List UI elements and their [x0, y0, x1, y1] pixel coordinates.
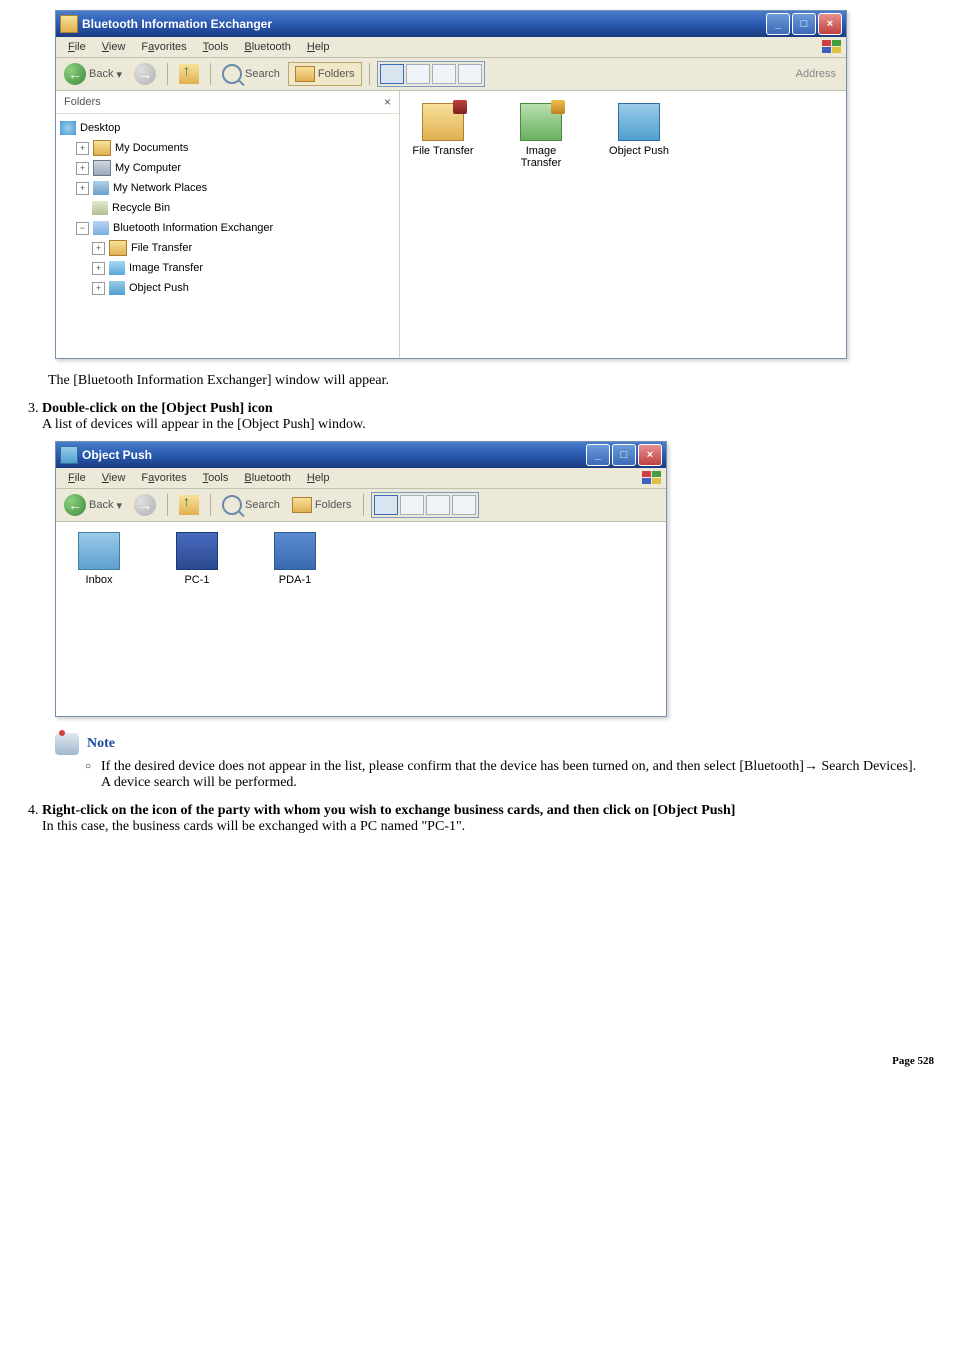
- maximize-button[interactable]: □: [612, 444, 636, 466]
- menu-tools[interactable]: Tools: [195, 470, 237, 486]
- view-icon-1[interactable]: [374, 495, 398, 515]
- forward-button[interactable]: →: [130, 492, 160, 518]
- object-push-icon: [618, 103, 660, 141]
- window-title: Object Push: [82, 448, 152, 462]
- view-icons-group: [371, 492, 479, 518]
- folder-tree[interactable]: Desktop +My Documents +My Computer +My N…: [56, 114, 399, 358]
- view-icon-1[interactable]: [380, 64, 404, 84]
- view-icon-4[interactable]: [458, 64, 482, 84]
- forward-button[interactable]: →: [130, 61, 160, 87]
- image-transfer-icon: [520, 103, 562, 141]
- minimize-button[interactable]: _: [586, 444, 610, 466]
- address-label: Address: [790, 66, 842, 82]
- folders-pane: Folders × Desktop +My Documents +My Comp…: [56, 91, 400, 358]
- search-button[interactable]: Search: [218, 62, 284, 86]
- close-button[interactable]: ×: [818, 13, 842, 35]
- note-label: Note: [87, 736, 115, 752]
- close-button[interactable]: ×: [638, 444, 662, 466]
- pda1-item[interactable]: PDA-1: [260, 532, 330, 586]
- view-icon-4[interactable]: [452, 495, 476, 515]
- toolbar: ←Back ▾ → Search Folders: [56, 489, 666, 522]
- menu-help[interactable]: Help: [299, 470, 338, 486]
- note-icon: [55, 733, 79, 755]
- page-footer: Page 528: [20, 1055, 934, 1067]
- toolbar: ←Back ▾ → Search Folders Address: [56, 58, 846, 91]
- note-item: If the desired device does not appear in…: [85, 759, 934, 791]
- menu-help[interactable]: Help: [299, 39, 338, 55]
- view-icon-2[interactable]: [406, 64, 430, 84]
- menu-bluetooth[interactable]: Bluetooth: [236, 39, 299, 55]
- menubar: File View Favorites Tools Bluetooth Help: [56, 468, 666, 489]
- content-pane: File Transfer Image Transfer Object Push: [400, 91, 846, 358]
- folders-pane-title: Folders: [64, 96, 101, 108]
- menu-file[interactable]: File: [60, 39, 94, 55]
- view-icons-group: [377, 61, 485, 87]
- pc1-item[interactable]: PC-1: [162, 532, 232, 586]
- back-button[interactable]: ←Back ▾: [60, 492, 126, 518]
- view-icon-3[interactable]: [432, 64, 456, 84]
- inbox-item[interactable]: Inbox: [64, 532, 134, 586]
- step-4: Right-click on the icon of the party wit…: [42, 803, 934, 835]
- file-transfer-icon: [422, 103, 464, 141]
- menu-favorites[interactable]: Favorites: [133, 470, 194, 486]
- up-button[interactable]: [175, 62, 203, 86]
- menu-view[interactable]: View: [94, 39, 134, 55]
- menu-tools[interactable]: Tools: [195, 39, 237, 55]
- app-icon: [60, 446, 78, 464]
- titlebar[interactable]: Bluetooth Information Exchanger _ □ ×: [56, 11, 846, 37]
- close-pane-button[interactable]: ×: [384, 95, 391, 109]
- content-pane: Inbox PC-1 PDA-1: [56, 522, 666, 716]
- folders-button[interactable]: Folders: [288, 495, 356, 515]
- up-button[interactable]: [175, 493, 203, 517]
- folders-button[interactable]: Folders: [288, 62, 362, 86]
- bluetooth-exchanger-window: Bluetooth Information Exchanger _ □ × Fi…: [55, 10, 847, 359]
- window-title: Bluetooth Information Exchanger: [82, 17, 272, 31]
- pc-icon: [176, 532, 218, 570]
- maximize-button[interactable]: □: [792, 13, 816, 35]
- menu-favorites[interactable]: Favorites: [133, 39, 194, 55]
- caption-1: The [Bluetooth Information Exchanger] wi…: [48, 373, 934, 389]
- file-transfer-item[interactable]: File Transfer: [408, 103, 478, 169]
- minimize-button[interactable]: _: [766, 13, 790, 35]
- menu-view[interactable]: View: [94, 470, 134, 486]
- windows-flag-icon: [642, 471, 662, 485]
- view-icon-3[interactable]: [426, 495, 450, 515]
- search-button[interactable]: Search: [218, 493, 284, 517]
- menubar: File View Favorites Tools Bluetooth Help: [56, 37, 846, 58]
- image-transfer-item[interactable]: Image Transfer: [506, 103, 576, 169]
- titlebar[interactable]: Object Push _ □ ×: [56, 442, 666, 468]
- windows-flag-icon: [822, 40, 842, 54]
- back-button[interactable]: ←Back ▾: [60, 61, 126, 87]
- inbox-icon: [78, 532, 120, 570]
- menu-bluetooth[interactable]: Bluetooth: [236, 470, 299, 486]
- menu-file[interactable]: File: [60, 470, 94, 486]
- step-3: Double-click on the [Object Push] icon A…: [42, 401, 934, 433]
- object-push-item[interactable]: Object Push: [604, 103, 674, 169]
- app-icon: [60, 15, 78, 33]
- pda-icon: [274, 532, 316, 570]
- object-push-window: Object Push _ □ × File View Favorites To…: [55, 441, 667, 717]
- view-icon-2[interactable]: [400, 495, 424, 515]
